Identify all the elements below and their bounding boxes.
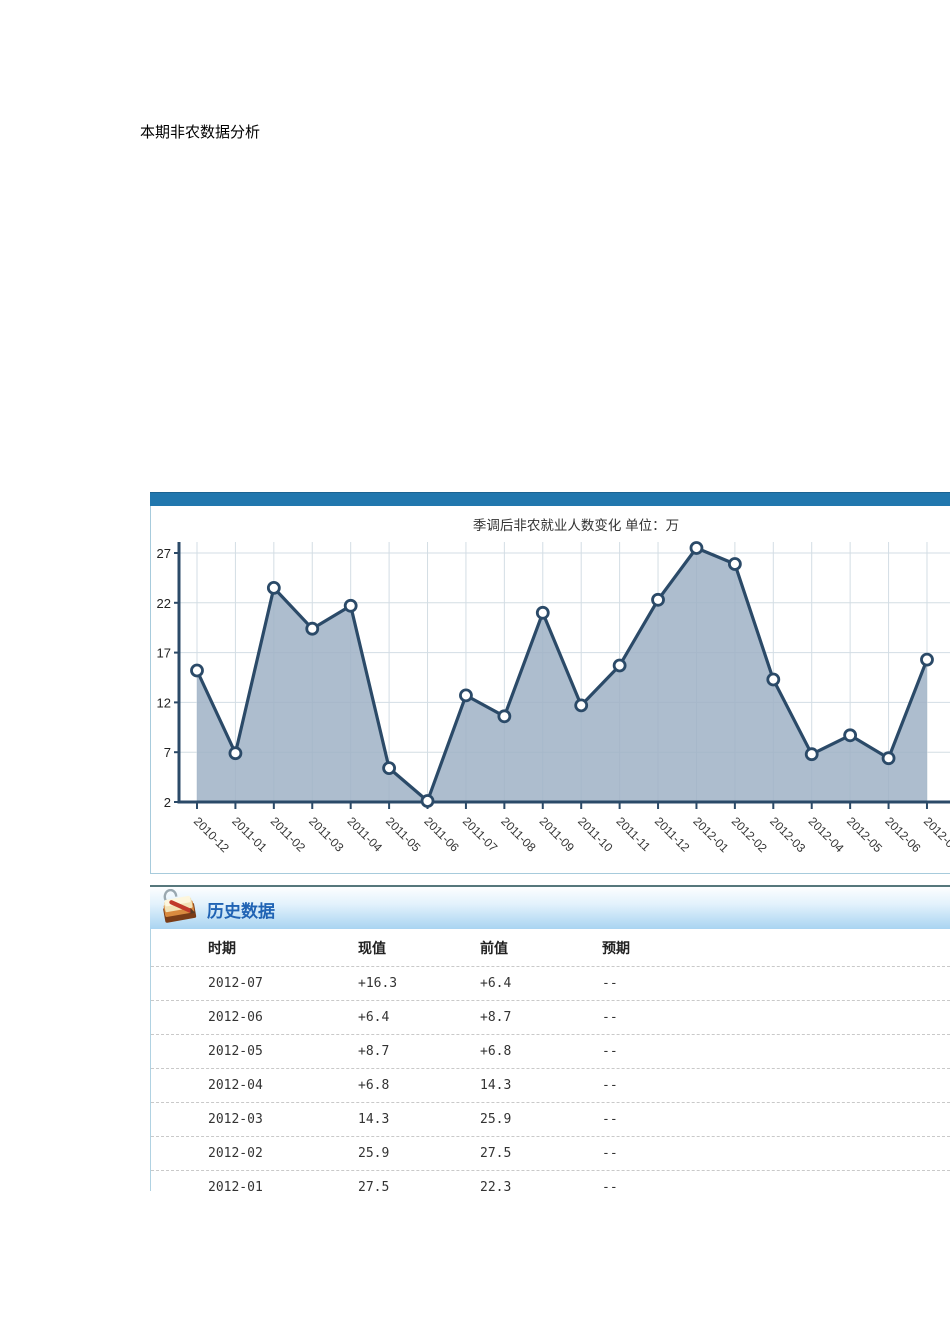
data-point <box>345 600 356 611</box>
data-point <box>768 674 779 685</box>
data-point <box>537 607 548 618</box>
x-tick-label: 2011-10 <box>575 814 616 855</box>
data-point <box>614 660 625 671</box>
x-tick-label: 2011-05 <box>383 814 424 855</box>
table-cell-forecast: -- <box>602 1146 950 1161</box>
table-row: 2012-0225.927.5-- <box>151 1136 950 1170</box>
data-point <box>691 543 702 554</box>
data-point <box>729 559 740 570</box>
table-cell-current: 27.5 <box>358 1180 480 1191</box>
table-row: 2012-07+16.3+6.4-- <box>151 966 950 1000</box>
data-point <box>460 690 471 701</box>
table-cell-previous: +8.7 <box>480 1010 602 1025</box>
chart-title: 季调后非农就业人数变化 单位：万 <box>473 518 679 533</box>
y-tick-label: 22 <box>157 596 171 611</box>
y-tick-label: 17 <box>157 646 171 661</box>
table-cell-period: 2012-02 <box>208 1146 358 1161</box>
history-data-section: 历史数据 时期现值前值预期2012-07+16.3+6.4--2012-06+6… <box>150 885 950 1191</box>
data-point <box>268 582 279 593</box>
data-point <box>921 654 932 665</box>
x-tick-label: 2010-12 <box>191 814 232 855</box>
table-cell-current: +6.4 <box>358 1010 480 1025</box>
table-cell-period: 2012-06 <box>208 1010 358 1025</box>
x-tick-label: 2012-06 <box>882 814 923 855</box>
chart-plot-container: 27221712722010-122011-012011-022011-0320… <box>150 506 950 874</box>
y-tick-label: 12 <box>157 695 171 710</box>
x-tick-label: 2011-04 <box>345 814 386 855</box>
table-row: 2012-06+6.4+8.7-- <box>151 1000 950 1034</box>
x-tick-label: 2011-11 <box>613 814 653 854</box>
x-tick-label: 2011-02 <box>268 814 309 855</box>
table-cell-previous: +6.4 <box>480 976 602 991</box>
table-cell-period: 2012-03 <box>208 1112 358 1127</box>
table-row: 2012-04+6.814.3-- <box>151 1068 950 1102</box>
table-row: 2012-0127.522.3-- <box>151 1170 950 1191</box>
document-page: 本期非农数据分析 27 22 17 12 7 2 2010-122011-012011-02… <box>0 0 950 1344</box>
table-cell-forecast: -- <box>602 1180 950 1191</box>
table-cell-current: +6.8 <box>358 1078 480 1093</box>
notebook-pencil-icon <box>158 889 202 927</box>
data-point <box>307 623 318 634</box>
x-tick-label: 2011-12 <box>652 814 693 855</box>
history-table: 时期现值前值预期2012-07+16.3+6.4--2012-06+6.4+8.… <box>150 929 950 1191</box>
x-tick-label: 2012-05 <box>844 814 885 855</box>
data-point <box>883 753 894 764</box>
data-point <box>230 748 241 759</box>
table-cell-period: 2012-05 <box>208 1044 358 1059</box>
table-cell-forecast: -- <box>602 1078 950 1093</box>
table-cell-current: 14.3 <box>358 1112 480 1127</box>
nfp-chart-widget: 27221712722010-122011-012011-022011-0320… <box>150 492 950 873</box>
data-point <box>576 700 587 711</box>
data-point <box>192 665 203 676</box>
x-tick-label: 2011-01 <box>229 814 270 855</box>
column-header: 现值 <box>358 938 480 958</box>
data-point <box>499 711 510 722</box>
x-tick-label: 2012-07 <box>921 814 950 855</box>
data-point <box>806 749 817 760</box>
table-cell-previous: 14.3 <box>480 1078 602 1093</box>
table-header-row: 时期现值前值预期 <box>151 929 950 966</box>
table-cell-current: +16.3 <box>358 976 480 991</box>
x-tick-label: 2011-03 <box>306 814 347 855</box>
x-tick-label: 2012-04 <box>806 814 847 855</box>
table-cell-current: 25.9 <box>358 1146 480 1161</box>
x-tick-label: 2011-07 <box>460 814 501 855</box>
x-tick-label: 2012-01 <box>690 814 731 855</box>
page-title: 本期非农数据分析 <box>140 121 260 142</box>
history-section-header: 历史数据 <box>150 887 950 929</box>
x-tick-label: 2011-08 <box>498 814 539 855</box>
y-tick-label: 7 <box>164 745 171 760</box>
table-cell-previous: 25.9 <box>480 1112 602 1127</box>
table-cell-forecast: -- <box>602 1010 950 1025</box>
data-point <box>845 730 856 741</box>
column-header: 前值 <box>480 938 602 958</box>
table-row: 2012-05+8.7+6.8-- <box>151 1034 950 1068</box>
table-cell-period: 2012-01 <box>208 1180 358 1191</box>
table-cell-forecast: -- <box>602 976 950 991</box>
nfp-area-chart: 27221712722010-122011-012011-022011-0320… <box>151 506 950 873</box>
table-cell-period: 2012-04 <box>208 1078 358 1093</box>
x-tick-label: 2011-09 <box>537 814 578 855</box>
y-tick-label: 2 <box>164 795 171 810</box>
table-cell-period: 2012-07 <box>208 976 358 991</box>
table-cell-previous: 22.3 <box>480 1180 602 1191</box>
data-point <box>653 594 664 605</box>
y-tick-label: 27 <box>157 546 171 561</box>
history-section-title: 历史数据 <box>207 897 275 922</box>
data-point <box>384 763 395 774</box>
x-tick-label: 2012-02 <box>729 814 770 855</box>
table-cell-current: +8.7 <box>358 1044 480 1059</box>
column-header: 预期 <box>602 938 950 958</box>
table-cell-previous: +6.8 <box>480 1044 602 1059</box>
table-row: 2012-0314.325.9-- <box>151 1102 950 1136</box>
x-tick-label: 2012-03 <box>767 814 808 855</box>
table-cell-previous: 27.5 <box>480 1146 602 1161</box>
data-point <box>422 796 433 807</box>
area-fill <box>197 548 927 802</box>
table-cell-forecast: -- <box>602 1044 950 1059</box>
x-tick-label: 2011-06 <box>421 814 462 855</box>
table-cell-forecast: -- <box>602 1112 950 1127</box>
chart-widget-header-bar <box>150 492 950 506</box>
column-header: 时期 <box>208 938 358 958</box>
